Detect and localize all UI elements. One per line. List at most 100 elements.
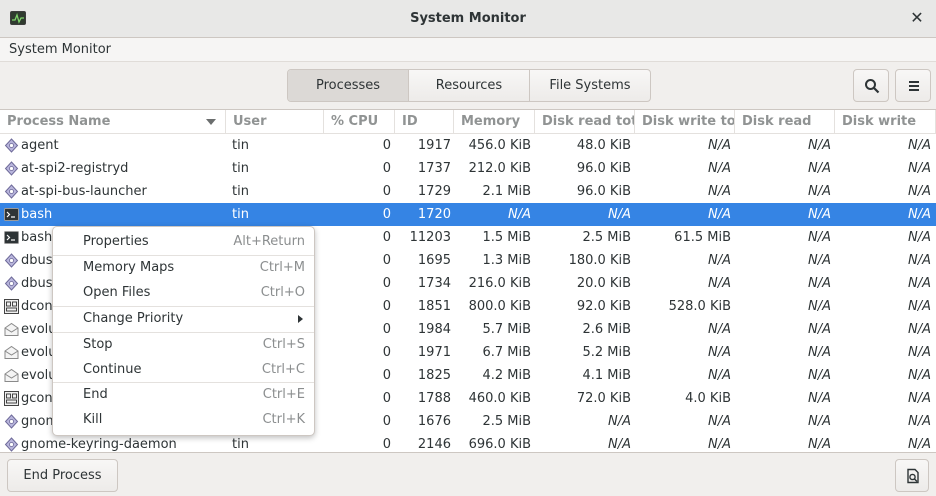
cell-disk-write-total: N/A bbox=[708, 184, 731, 199]
cell-id: 1917 bbox=[417, 138, 451, 153]
cell-disk-read-total: 4.1 MiB bbox=[582, 368, 631, 383]
cell-user: tin bbox=[232, 138, 249, 153]
cell-cpu: 0 bbox=[382, 207, 391, 222]
sort-descending-icon bbox=[206, 119, 216, 125]
cell-cpu: 0 bbox=[382, 368, 391, 383]
search-button[interactable] bbox=[853, 69, 889, 102]
cell-disk-read-total: 20.0 KiB bbox=[576, 276, 631, 291]
menu-item-stop[interactable]: Stop Ctrl+S bbox=[53, 333, 314, 357]
gear-diamond-icon bbox=[4, 138, 19, 153]
column-header-disk-read-total[interactable]: Disk read tot bbox=[535, 110, 635, 134]
cell-disk-read-total: 96.0 KiB bbox=[576, 161, 631, 176]
cell-memory: 2.5 MiB bbox=[482, 414, 531, 429]
close-icon[interactable]: ✕ bbox=[908, 8, 926, 28]
table-row[interactable]: agent tin 0 1917 456.0 KiB 48.0 KiB N/A N/A N/A bbox=[0, 134, 936, 157]
cell-disk-write: N/A bbox=[908, 207, 931, 222]
window-title: System Monitor bbox=[410, 11, 526, 26]
gear-diamond-icon bbox=[4, 253, 19, 268]
gear-diamond-icon bbox=[4, 414, 19, 429]
cell-cpu: 0 bbox=[382, 276, 391, 291]
cell-memory: 460.0 KiB bbox=[468, 391, 531, 406]
cell-disk-read-total: 96.0 KiB bbox=[576, 184, 631, 199]
cell-id: 1971 bbox=[417, 345, 451, 360]
column-header-cpu[interactable]: % CPU bbox=[324, 110, 395, 134]
column-header-disk-write[interactable]: Disk write bbox=[835, 110, 936, 134]
cell-disk-write: N/A bbox=[908, 230, 931, 245]
tab-file-systems[interactable]: File Systems bbox=[530, 70, 650, 101]
column-header-disk-write-total[interactable]: Disk write to bbox=[635, 110, 735, 134]
cell-user: tin bbox=[232, 207, 249, 222]
cell-disk-write: N/A bbox=[908, 276, 931, 291]
cell-disk-write-total: N/A bbox=[708, 322, 731, 337]
menu-item-properties[interactable]: Properties Alt+Return bbox=[53, 230, 314, 254]
cell-disk-read-total: 5.2 MiB bbox=[582, 345, 631, 360]
accelerator: Ctrl+E bbox=[262, 387, 305, 402]
cell-memory: 800.0 KiB bbox=[468, 299, 531, 314]
menu-system-monitor[interactable]: System Monitor bbox=[9, 42, 111, 57]
cell-cpu: 0 bbox=[382, 322, 391, 337]
cell-memory: 456.0 KiB bbox=[468, 138, 531, 153]
table-row[interactable]: at-spi2-registryd tin 0 1737 212.0 KiB 96.0 K… bbox=[0, 157, 936, 180]
cell-disk-write-total: 528.0 KiB bbox=[668, 299, 731, 314]
gear-diamond-icon bbox=[4, 437, 19, 452]
cell-process-name: at-spi2-registryd bbox=[21, 161, 129, 176]
menu-item-kill[interactable]: Kill Ctrl+K bbox=[53, 408, 314, 432]
menu-item-continue[interactable]: Continue Ctrl+C bbox=[53, 358, 314, 382]
cell-disk-write: N/A bbox=[908, 414, 931, 429]
menu-item-memory-maps[interactable]: Memory Maps Ctrl+M bbox=[53, 256, 314, 280]
table-row-selected[interactable]: bash tin 0 1720 N/A N/A N/A N/A N/A bbox=[0, 203, 936, 226]
menu-item-open-files[interactable]: Open Files Ctrl+O bbox=[53, 281, 314, 305]
cell-disk-write: N/A bbox=[908, 299, 931, 314]
cell-disk-read: N/A bbox=[808, 161, 831, 176]
column-header-id[interactable]: ID bbox=[395, 110, 454, 134]
cell-process-name: agent bbox=[21, 138, 59, 153]
toolbar: Processes Resources File Systems bbox=[0, 62, 936, 110]
cell-cpu: 0 bbox=[382, 437, 391, 452]
cell-cpu: 0 bbox=[382, 230, 391, 245]
cell-disk-write-total: N/A bbox=[708, 437, 731, 452]
cell-cpu: 0 bbox=[382, 138, 391, 153]
cell-disk-write-total: 61.5 MiB bbox=[674, 230, 731, 245]
column-header-disk-read[interactable]: Disk read bbox=[735, 110, 835, 134]
cell-disk-read: N/A bbox=[808, 253, 831, 268]
menu-item-change-priority[interactable]: Change Priority bbox=[53, 307, 314, 331]
cell-disk-write: N/A bbox=[908, 322, 931, 337]
table-row[interactable]: at-spi-bus-launcher tin 0 1729 2.1 MiB 96.0 K… bbox=[0, 180, 936, 203]
cell-id: 1695 bbox=[417, 253, 451, 268]
cell-id: 1720 bbox=[417, 207, 451, 222]
column-header-memory[interactable]: Memory bbox=[454, 110, 535, 134]
cell-cpu: 0 bbox=[382, 299, 391, 314]
cell-disk-read-total: 92.0 KiB bbox=[576, 299, 631, 314]
menu-item-end[interactable]: End Ctrl+E bbox=[53, 383, 314, 407]
cell-disk-write: N/A bbox=[908, 437, 931, 452]
cell-disk-write-total: N/A bbox=[708, 161, 731, 176]
cell-id: 1734 bbox=[417, 276, 451, 291]
cell-memory: 6.7 MiB bbox=[482, 345, 531, 360]
cell-user: tin bbox=[232, 184, 249, 199]
tab-processes[interactable]: Processes bbox=[288, 70, 409, 101]
cell-memory: 2.1 MiB bbox=[482, 184, 531, 199]
cell-id: 1825 bbox=[417, 368, 451, 383]
end-process-button[interactable]: End Process bbox=[7, 459, 118, 492]
cell-disk-read: N/A bbox=[808, 437, 831, 452]
column-header-process-name[interactable]: Process Name bbox=[0, 110, 226, 134]
cell-id: 1737 bbox=[417, 161, 451, 176]
cell-disk-write-total: N/A bbox=[708, 138, 731, 153]
cell-process-name: at-spi-bus-launcher bbox=[21, 184, 147, 199]
cell-disk-read: N/A bbox=[808, 391, 831, 406]
cell-disk-write: N/A bbox=[908, 138, 931, 153]
cell-disk-read-total: 2.5 MiB bbox=[582, 230, 631, 245]
main-menu-button[interactable] bbox=[895, 69, 931, 102]
column-header-user[interactable]: User bbox=[226, 110, 324, 134]
cell-disk-read-total: N/A bbox=[608, 207, 631, 222]
submenu-arrow-icon bbox=[298, 315, 303, 323]
cell-memory: N/A bbox=[508, 207, 531, 222]
gear-diamond-icon bbox=[4, 184, 19, 199]
accelerator: Ctrl+M bbox=[259, 260, 305, 275]
cell-disk-read-total: 72.0 KiB bbox=[576, 391, 631, 406]
process-info-button[interactable] bbox=[895, 459, 929, 492]
accelerator: Alt+Return bbox=[233, 234, 305, 249]
tab-resources[interactable]: Resources bbox=[409, 70, 530, 101]
accelerator: Ctrl+O bbox=[260, 285, 305, 300]
process-info-icon bbox=[907, 468, 919, 484]
